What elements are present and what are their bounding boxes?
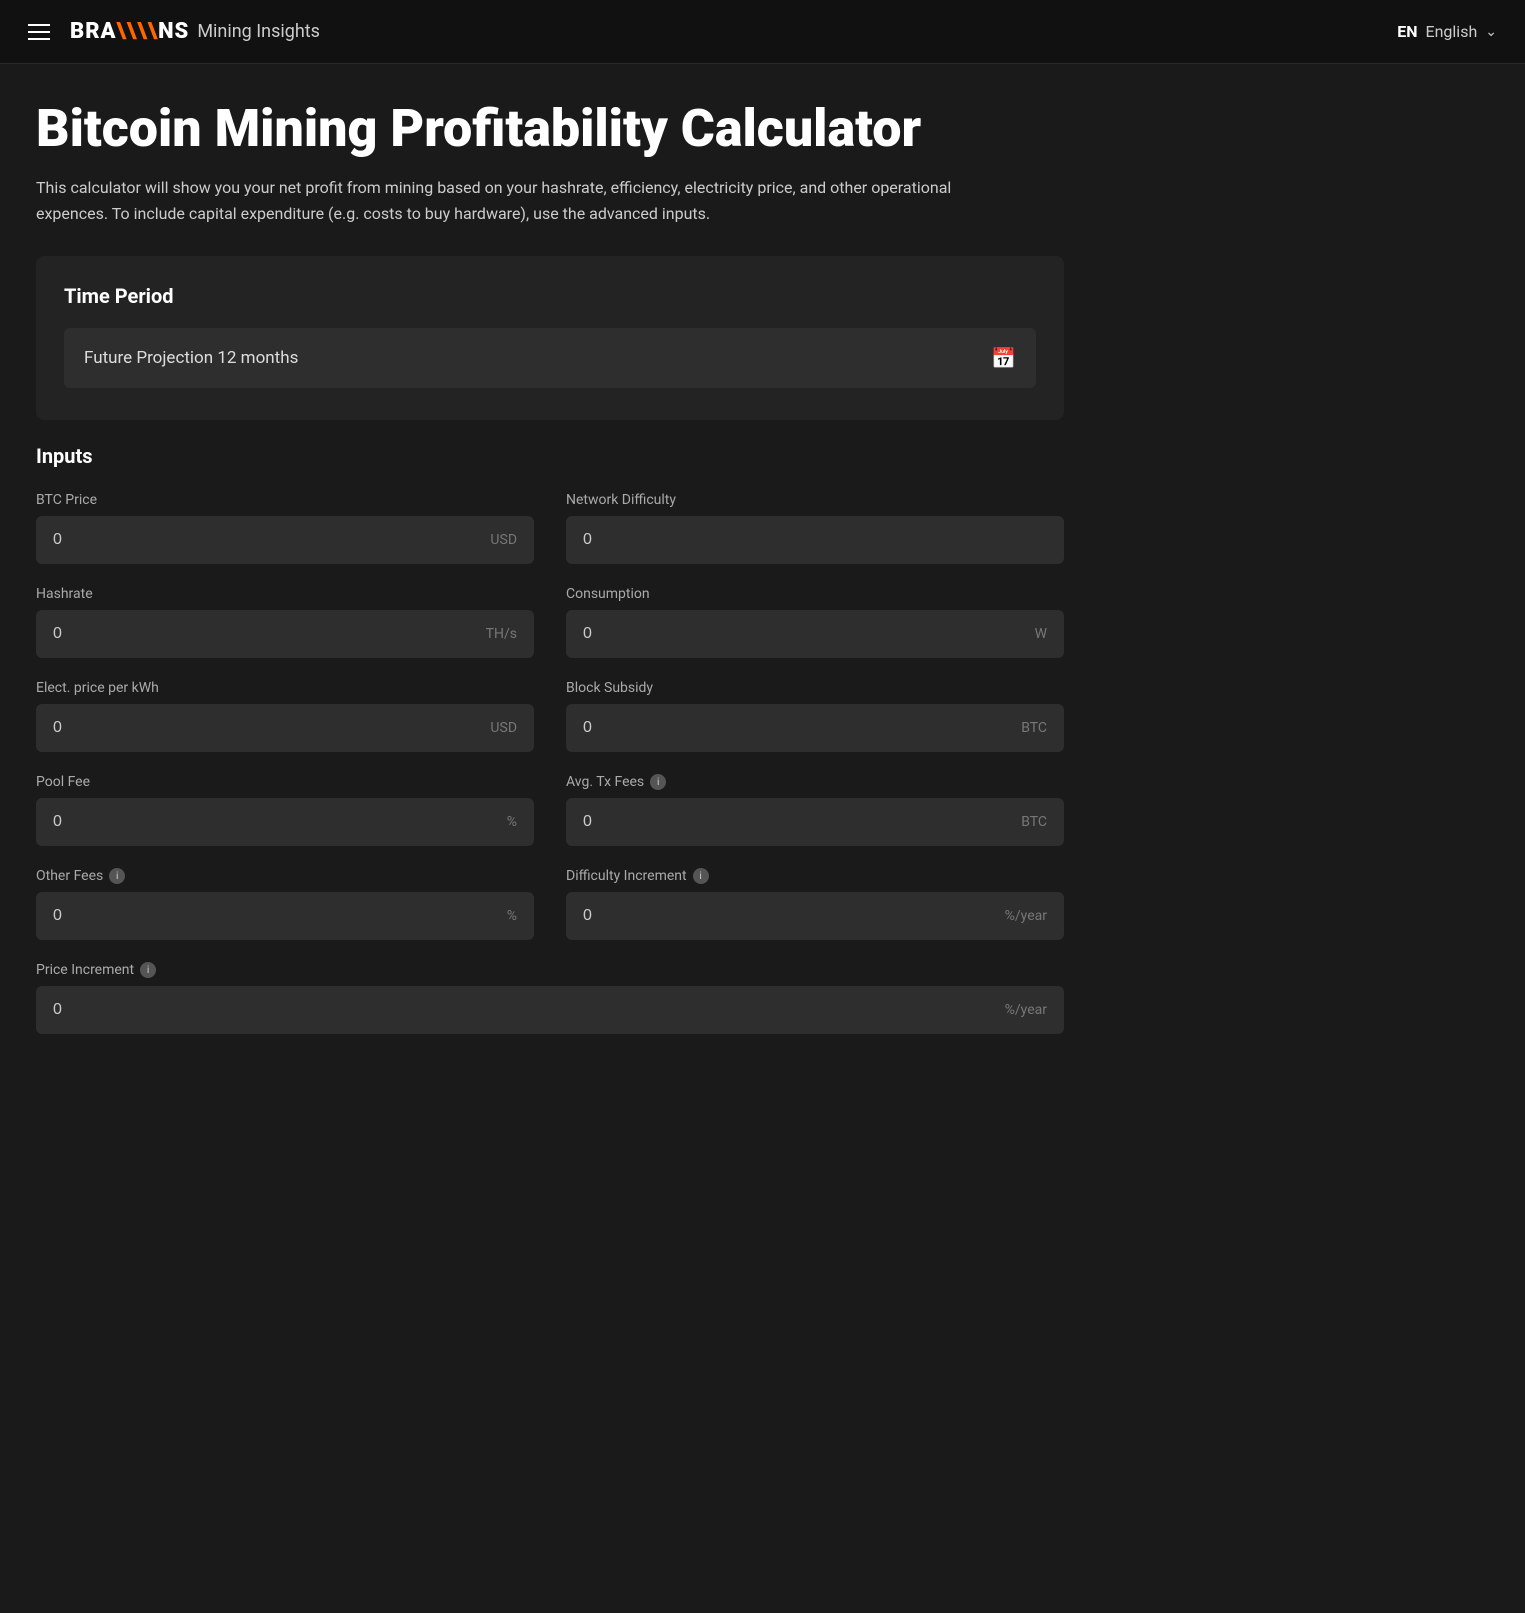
chevron-down-icon: ⌄ (1485, 24, 1497, 40)
input-wrapper-difficulty-increment: %/year (566, 892, 1064, 940)
inputs-section: Inputs BTC Price USD Network Difficulty Has… (36, 444, 1064, 1056)
input-other-fees[interactable] (53, 907, 424, 925)
label-consumption: Consumption (566, 586, 1064, 602)
info-icon-price-increment[interactable]: i (140, 962, 156, 978)
label-avg-tx-fees: Avg. Tx Feesi (566, 774, 1064, 790)
input-network-difficulty[interactable] (583, 531, 954, 549)
input-hashrate[interactable] (53, 625, 424, 643)
input-group-block-subsidy: Block Subsidy BTC (566, 680, 1064, 752)
unit-avg-tx-fees: BTC (1021, 814, 1047, 830)
label-hashrate: Hashrate (36, 586, 534, 602)
input-wrapper-pool-fee: % (36, 798, 534, 846)
time-period-value: Future Projection 12 months (84, 348, 298, 368)
page-title: Bitcoin Mining Profitability Calculator (36, 100, 1064, 157)
label-network-difficulty: Network Difficulty (566, 492, 1064, 508)
label-btc-price: BTC Price (36, 492, 534, 508)
unit-pool-fee: % (507, 814, 517, 830)
time-period-section: Time Period Future Projection 12 months … (36, 256, 1064, 420)
label-pool-fee: Pool Fee (36, 774, 534, 790)
navbar-left: BRA\\\\NS Mining Insights (28, 19, 320, 44)
input-group-btc-price: BTC Price USD (36, 492, 534, 564)
unit-btc-price: USD (490, 532, 517, 548)
label-block-subsidy: Block Subsidy (566, 680, 1064, 696)
input-wrapper-price-increment: %/year (36, 986, 1064, 1034)
unit-other-fees: % (507, 908, 517, 924)
label-elect-price: Elect. price per kWh (36, 680, 534, 696)
input-group-elect-price: Elect. price per kWh USD (36, 680, 534, 752)
input-wrapper-elect-price: USD (36, 704, 534, 752)
input-group-other-fees: Other Feesi% (36, 868, 534, 940)
input-group-difficulty-increment: Difficulty Incrementi %/year (566, 868, 1064, 940)
language-selector[interactable]: EN English ⌄ (1397, 22, 1497, 41)
input-wrapper-block-subsidy: BTC (566, 704, 1064, 752)
unit-block-subsidy: BTC (1021, 720, 1047, 736)
unit-hashrate: TH/s (486, 626, 517, 642)
label-difficulty-increment: Difficulty Incrementi (566, 868, 1064, 884)
input-price-increment[interactable] (53, 1001, 848, 1019)
brand-subtitle: Mining Insights (197, 21, 320, 42)
unit-price-increment: %/year (1005, 1002, 1047, 1018)
input-btc-price[interactable] (53, 531, 424, 549)
calendar-icon: 📅 (991, 346, 1016, 370)
page-description: This calculator will show you your net p… (36, 175, 956, 226)
input-difficulty-increment[interactable] (583, 907, 954, 925)
label-price-increment: Price Incrementi (36, 962, 1064, 978)
brand-logo-area: BRA\\\\NS Mining Insights (70, 19, 320, 44)
input-wrapper-avg-tx-fees: BTC (566, 798, 1064, 846)
info-icon-difficulty-increment[interactable]: i (693, 868, 709, 884)
language-name: English (1426, 22, 1478, 41)
input-group-consumption: Consumption W (566, 586, 1064, 658)
inputs-grid: BTC Price USD Network Difficulty Hashrate TH… (36, 492, 1064, 1056)
input-wrapper-other-fees: % (36, 892, 534, 940)
navbar: BRA\\\\NS Mining Insights EN English ⌄ (0, 0, 1525, 64)
input-group-price-increment: Price Incrementi %/year (36, 962, 1064, 1034)
info-icon-avg-tx-fees[interactable]: i (650, 774, 666, 790)
input-pool-fee[interactable] (53, 813, 424, 831)
input-wrapper-consumption: W (566, 610, 1064, 658)
input-wrapper-btc-price: USD (36, 516, 534, 564)
input-group-pool-fee: Pool Fee% (36, 774, 534, 846)
unit-difficulty-increment: %/year (1005, 908, 1047, 924)
input-consumption[interactable] (583, 625, 954, 643)
time-period-selector[interactable]: Future Projection 12 months 📅 (64, 328, 1036, 388)
input-block-subsidy[interactable] (583, 719, 954, 737)
language-code: EN (1397, 22, 1417, 41)
input-wrapper-network-difficulty (566, 516, 1064, 564)
input-avg-tx-fees[interactable] (583, 813, 954, 831)
time-period-title: Time Period (64, 284, 1036, 308)
label-other-fees: Other Feesi (36, 868, 534, 884)
input-group-hashrate: Hashrate TH/s (36, 586, 534, 658)
input-wrapper-hashrate: TH/s (36, 610, 534, 658)
unit-consumption: W (1035, 626, 1047, 642)
inputs-title: Inputs (36, 444, 1064, 468)
main-content: Bitcoin Mining Profitability Calculator … (0, 64, 1100, 1092)
input-elect-price[interactable] (53, 719, 424, 737)
input-group-avg-tx-fees: Avg. Tx Feesi BTC (566, 774, 1064, 846)
brand-name: BRA\\\\NS (70, 19, 189, 44)
hamburger-menu-button[interactable] (28, 24, 50, 40)
info-icon-other-fees[interactable]: i (109, 868, 125, 884)
input-group-network-difficulty: Network Difficulty (566, 492, 1064, 564)
unit-elect-price: USD (490, 720, 517, 736)
